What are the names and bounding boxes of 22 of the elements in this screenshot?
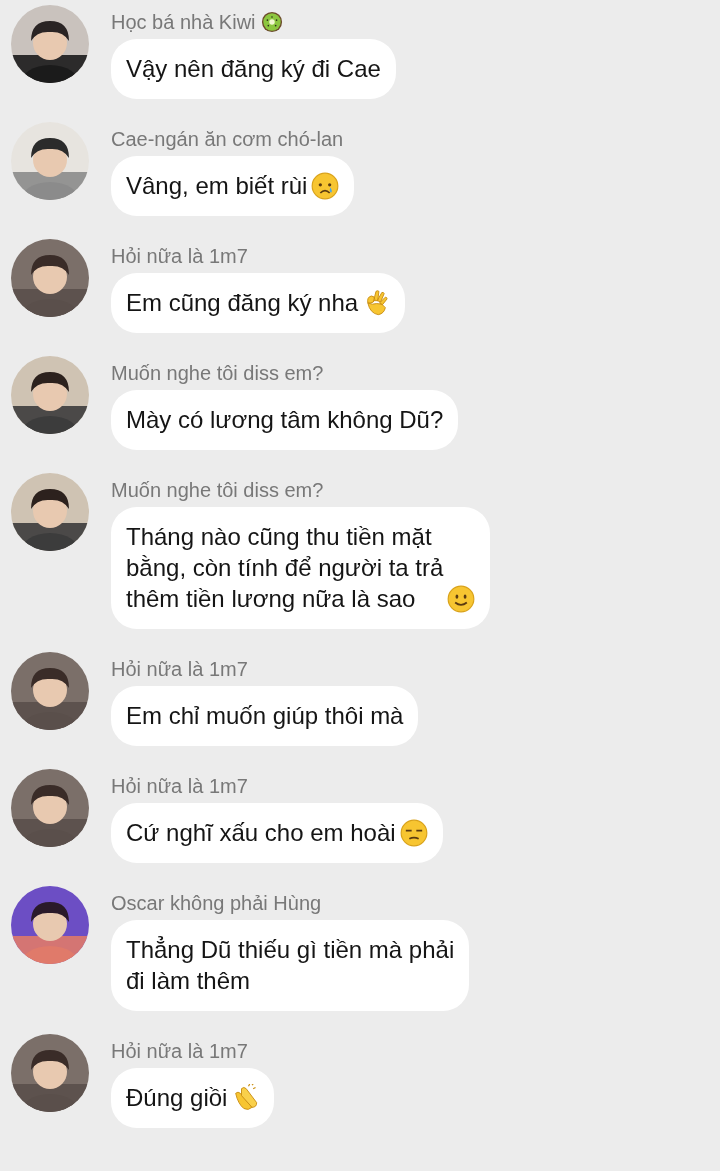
unamused-face-icon: [399, 819, 428, 847]
message-text: Thẳng Dũ thiếu gì tiền mà phải đi làm thêm: [126, 935, 455, 996]
message-text: Tháng nào cũng thu tiền mặt bằng, còn tính để người ta trả thêm tiền lương nữa là sao: [126, 522, 444, 614]
message-text: Vâng, em biết rùi: [126, 171, 308, 201]
sender-name: Hỏi nữa là 1m7: [111, 1039, 248, 1063]
message-text: Vậy nên đăng ký đi Cae: [126, 54, 381, 84]
message-text: Em cũng đăng ký nha: [126, 288, 359, 318]
sender-name: Muốn nghe tôi diss em?: [111, 361, 324, 385]
sender-name: Cae-ngán ăn cơm chó-lan: [111, 127, 344, 151]
sender-name: Học bá nhà Kiwi: [111, 10, 256, 34]
message-text: Cứ nghĩ xấu cho em hoài: [126, 818, 396, 848]
sender-name: Muốn nghe tôi diss em?: [111, 478, 324, 502]
sender-name: Hỏi nữa là 1m7: [111, 657, 248, 681]
smiling-face-icon: [447, 585, 476, 613]
sender-name: Hỏi nữa là 1m7: [111, 774, 248, 798]
message-text: Mày có lương tâm không Dũ?: [126, 405, 444, 435]
crying-face-icon: [311, 172, 340, 200]
kiwi-icon: [260, 11, 283, 33]
message-text: Đúng giồi: [126, 1083, 228, 1113]
sender-name: Hỏi nữa là 1m7: [111, 244, 248, 268]
sender-name: Oscar không phải Hùng: [111, 891, 322, 915]
message-text: Em chỉ muốn giúp thôi mà: [126, 701, 404, 731]
